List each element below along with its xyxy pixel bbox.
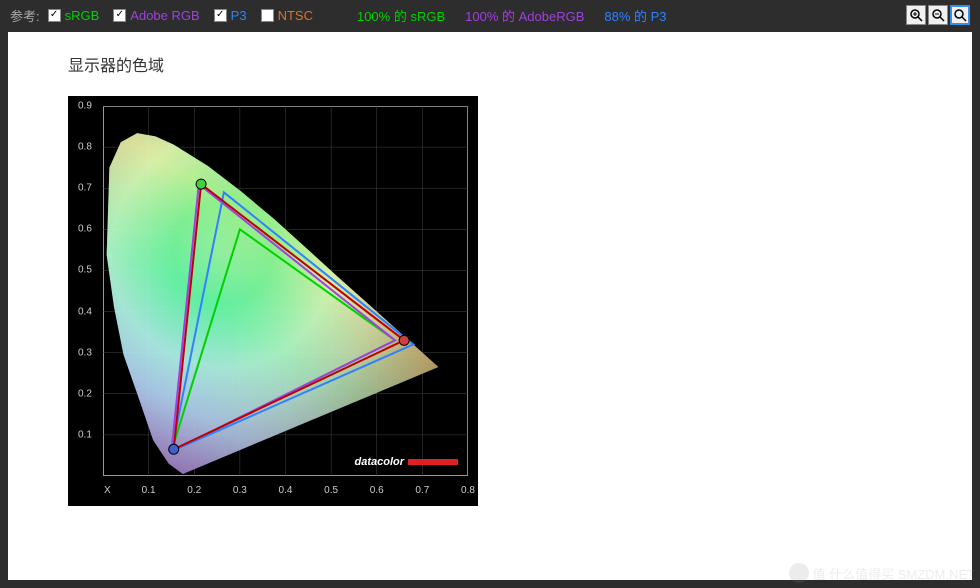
zoom-fit-button[interactable] [950, 5, 970, 25]
x-tick: 0.4 [279, 485, 293, 496]
x-tick: 0.8 [461, 485, 475, 496]
zoom-in-button[interactable] [906, 5, 926, 25]
y-tick: 0.6 [78, 224, 92, 235]
check-icon: ✓ [113, 9, 126, 22]
y-tick: 0.4 [78, 306, 92, 317]
coverage-p3: 88% 的 P3 [604, 6, 666, 25]
y-tick: 0.2 [78, 388, 92, 399]
toolbar: 参考: ✓ sRGB ✓ Adobe RGB ✓ P3 NTSC 100% 的 … [0, 0, 980, 30]
y-tick: 0.8 [78, 142, 92, 153]
x-axis-label: X [104, 485, 111, 496]
check-icon: ✓ [214, 9, 227, 22]
y-tick: 0.5 [78, 265, 92, 276]
watermark-text: 值 什么值得买 SMZDM.NET [813, 564, 976, 583]
checkbox-p3[interactable]: ✓ P3 [214, 8, 247, 23]
p3-label: P3 [231, 8, 247, 23]
watermark-icon [789, 563, 809, 583]
checkbox-ntsc[interactable]: NTSC [261, 8, 313, 23]
checkbox-srgb[interactable]: ✓ sRGB [48, 8, 100, 23]
watermark: 值 什么值得买 SMZDM.NET [789, 563, 976, 583]
x-tick: 0.2 [187, 485, 201, 496]
y-tick: 0.9 [78, 101, 92, 112]
gamut-chart: 0.1 0.2 0.3 0.4 0.5 0.6 0.7 0.8 0.9 0.1 0.2 0.3 0.4… [68, 96, 478, 506]
brand-text: datacolor [354, 456, 404, 468]
checkbox-adobergb[interactable]: ✓ Adobe RGB [113, 8, 199, 23]
coverage-srgb: 100% 的 sRGB [357, 6, 445, 25]
brand-logo: datacolor [354, 456, 458, 468]
x-tick: 0.3 [233, 485, 247, 496]
y-tick: 0.1 [78, 429, 92, 440]
zoom-out-button[interactable] [928, 5, 948, 25]
x-tick: 0.5 [324, 485, 338, 496]
check-icon: ✓ [48, 9, 61, 22]
srgb-label: sRGB [65, 8, 100, 23]
x-tick: 0.7 [415, 485, 429, 496]
ntsc-label: NTSC [278, 8, 313, 23]
argb-label: Adobe RGB [130, 8, 199, 23]
check-icon [261, 9, 274, 22]
brand-bar-icon [408, 459, 458, 465]
x-tick: 0.1 [142, 485, 156, 496]
y-tick: 0.7 [78, 183, 92, 194]
y-tick: 0.3 [78, 347, 92, 358]
x-tick: 0.6 [370, 485, 384, 496]
reference-label: 参考: [10, 6, 40, 25]
coverage-argb: 100% 的 AdobeRGB [465, 6, 584, 25]
content-area[interactable]: 显示器的色域 0.10.20.30.40.50.60.70.80.9 0.10.… [8, 32, 972, 580]
page-title: 显示器的色域 [68, 52, 912, 76]
chromaticity-plot [103, 106, 468, 476]
zoom-controls [906, 5, 970, 25]
